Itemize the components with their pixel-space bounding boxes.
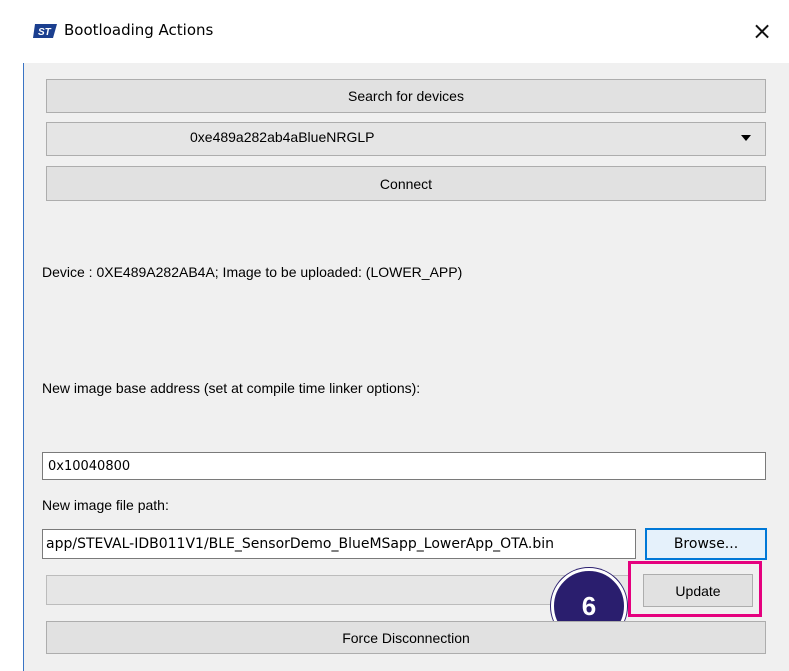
window-title: Bootloading Actions: [64, 21, 214, 39]
connect-button[interactable]: Connect: [46, 166, 766, 201]
file-path-label: New image file path:: [42, 497, 169, 513]
st-logo-icon: ST: [33, 24, 57, 38]
file-path-field[interactable]: app/STEVAL-IDB011V1/BLE_SensorDemo_BlueM…: [42, 529, 636, 559]
update-highlight-box: [628, 561, 762, 617]
browse-button[interactable]: Browse...: [645, 528, 767, 560]
force-disconnection-button[interactable]: Force Disconnection: [46, 621, 766, 654]
chevron-down-icon: [741, 135, 751, 141]
device-info-text: Device : 0XE489A282AB4A; Image to be upl…: [42, 264, 463, 280]
device-select[interactable]: 0xe489a282ab4aBlueNRGLP: [46, 122, 766, 156]
device-select-value: 0xe489a282ab4aBlueNRGLP: [190, 129, 375, 145]
base-address-label: New image base address (set at compile t…: [42, 380, 421, 396]
close-icon[interactable]: ×: [745, 14, 779, 48]
upload-progress-bar: [46, 575, 631, 605]
base-address-field[interactable]: 0x10040800: [42, 452, 766, 480]
svg-text:ST: ST: [38, 27, 52, 38]
search-devices-button[interactable]: Search for devices: [46, 79, 766, 113]
